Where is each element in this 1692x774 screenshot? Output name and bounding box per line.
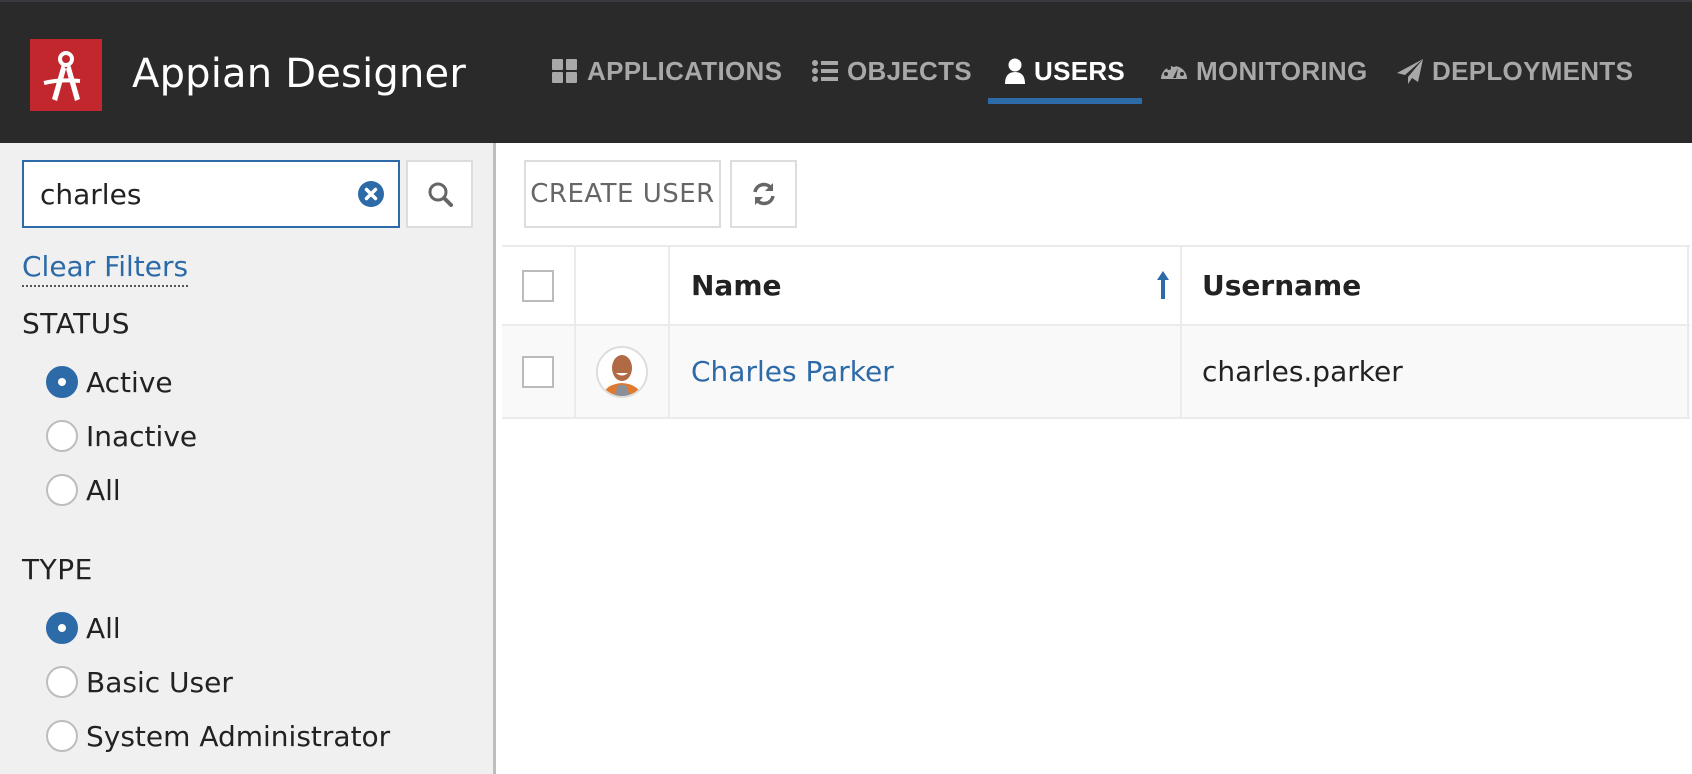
username-text: charles.parker	[1202, 355, 1403, 388]
type-filter-title: TYPE	[22, 553, 93, 586]
row-select-cell	[502, 326, 576, 417]
header-avatar-cell	[576, 247, 670, 324]
refresh-button[interactable]	[730, 160, 797, 228]
nav-tab-applications[interactable]: APPLICATIONS	[551, 54, 782, 104]
nav-tab-deployments[interactable]: DEPLOYMENTS	[1396, 54, 1633, 104]
nav-tab-objects[interactable]: OBJECTS	[811, 54, 972, 104]
name-column-header[interactable]: Name	[691, 269, 782, 302]
radio-button[interactable]	[46, 366, 78, 398]
create-user-button[interactable]: CREATE USER	[524, 160, 721, 228]
appian-logo-icon[interactable]	[30, 39, 102, 111]
user-icon	[1004, 57, 1026, 85]
user-name-link[interactable]: Charles Parker	[691, 355, 894, 388]
row-name-cell: Charles Parker	[670, 326, 1182, 417]
nav-tab-users[interactable]: USERS	[1004, 54, 1125, 104]
header-username-cell[interactable]: Username	[1182, 247, 1689, 324]
sort-ascending-icon[interactable]	[1156, 269, 1170, 301]
top-navigation-bar: Appian Designer APPLICATIONS OBJECTS USE…	[0, 0, 1692, 143]
radio-button[interactable]	[46, 666, 78, 698]
paper-plane-icon	[1396, 57, 1424, 85]
header-select-cell	[502, 247, 576, 324]
avatar	[596, 345, 648, 398]
type-radio-basic-user[interactable]: Basic User	[46, 664, 233, 700]
search-field[interactable]	[22, 160, 400, 228]
status-radio-inactive[interactable]: Inactive	[46, 418, 197, 454]
list-icon	[811, 57, 839, 85]
grid-icon	[551, 57, 579, 85]
clear-filters-link[interactable]: Clear Filters	[22, 249, 189, 287]
status-filter-title: STATUS	[22, 307, 131, 340]
table-header-row: Name Username	[502, 245, 1690, 326]
radio-button[interactable]	[46, 720, 78, 752]
filter-sidebar: Clear Filters STATUS Active Inactive All…	[0, 143, 496, 774]
username-column-header[interactable]: Username	[1202, 269, 1361, 302]
search-icon	[428, 182, 453, 207]
row-checkbox[interactable]	[522, 355, 554, 388]
type-radio-system-administrator[interactable]: System Administrator	[46, 718, 390, 754]
header-name-cell[interactable]: Name	[670, 247, 1182, 324]
radio-button[interactable]	[46, 420, 78, 452]
clear-search-icon[interactable]	[358, 181, 384, 207]
nav-tab-monitoring[interactable]: MONITORING	[1160, 54, 1368, 104]
refresh-icon	[752, 182, 775, 206]
radio-button[interactable]	[46, 474, 78, 506]
status-radio-all[interactable]: All	[46, 472, 121, 508]
search-button[interactable]	[406, 160, 473, 228]
active-tab-indicator	[988, 98, 1142, 104]
row-username-cell: charles.parker	[1182, 326, 1689, 417]
select-all-checkbox[interactable]	[522, 269, 554, 302]
radio-button[interactable]	[46, 612, 78, 644]
type-radio-all[interactable]: All	[46, 610, 121, 646]
users-main-panel: CREATE USER Name Username Charles Parker…	[499, 143, 1692, 774]
status-radio-active[interactable]: Active	[46, 364, 173, 400]
dashboard-icon	[1160, 57, 1188, 85]
app-title: Appian Designer	[132, 51, 466, 97]
search-input[interactable]	[40, 162, 340, 226]
row-avatar-cell	[576, 326, 670, 417]
table-row: Charles Parker charles.parker	[502, 326, 1690, 419]
